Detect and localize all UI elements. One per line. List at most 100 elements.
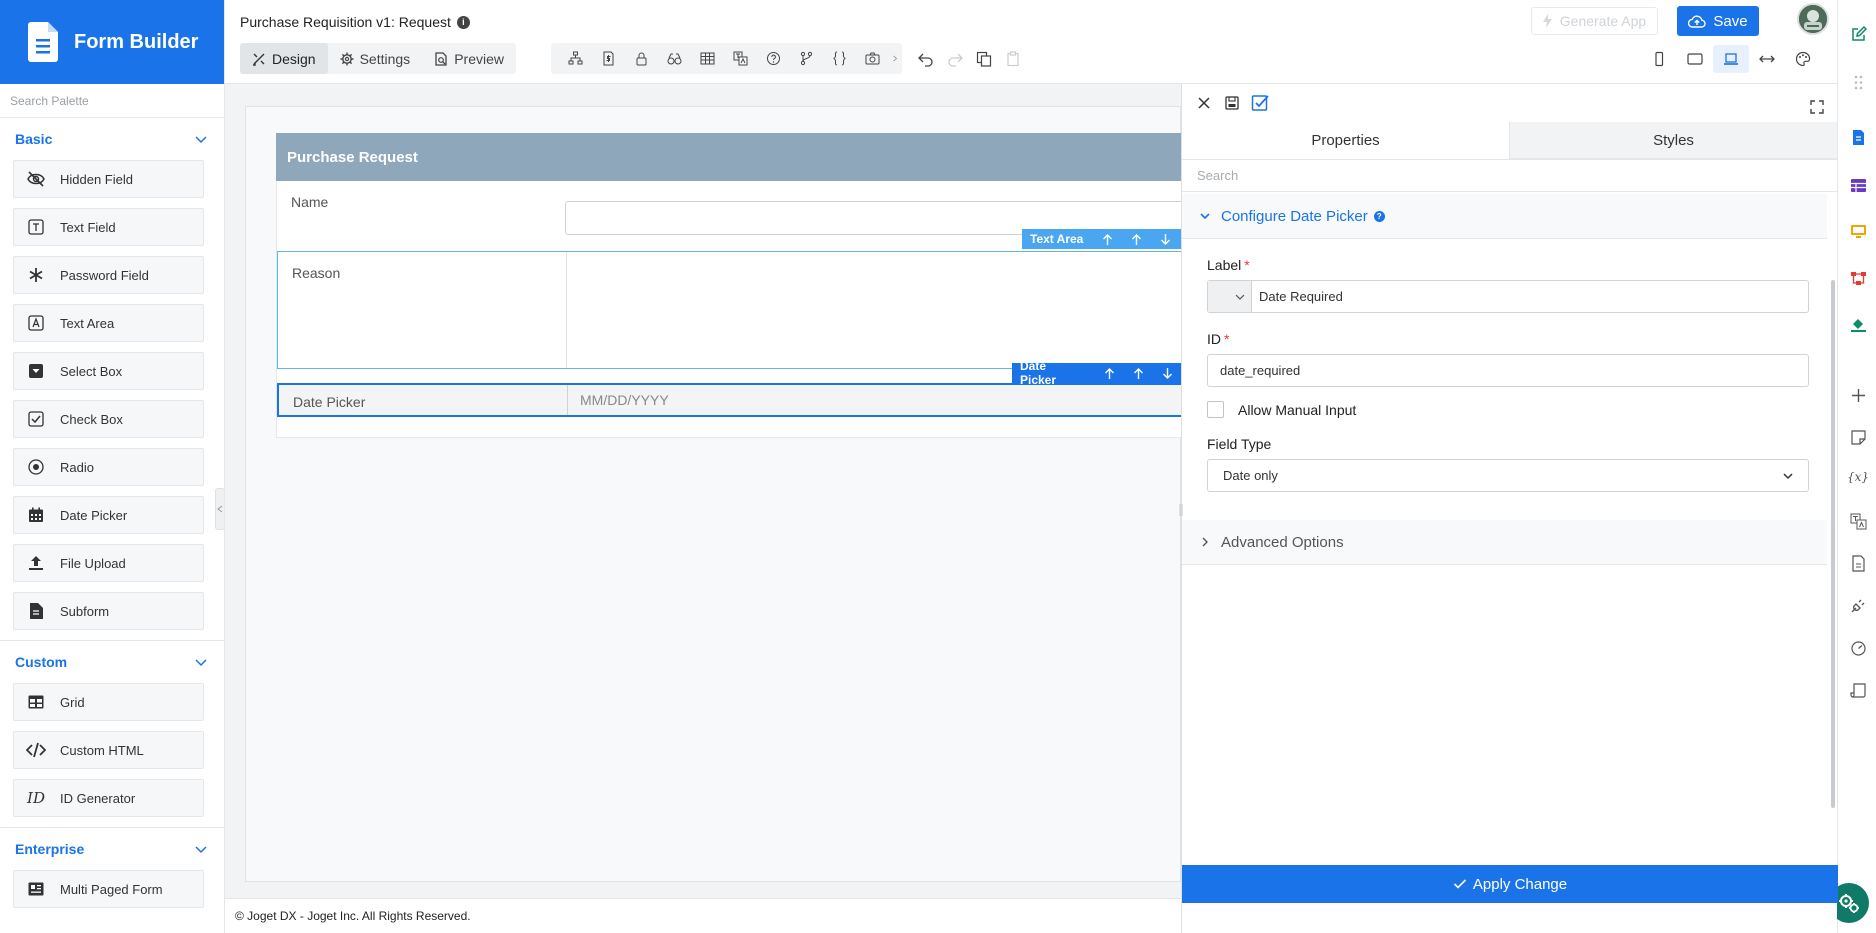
i18n-button[interactable]	[724, 43, 757, 74]
close-panel-button[interactable]	[1190, 89, 1218, 117]
version-button[interactable]	[790, 43, 823, 74]
palette-group-enterprise[interactable]: Enterprise	[0, 828, 224, 870]
generate-app-button[interactable]: Generate App	[1531, 7, 1658, 35]
mobile-view-button[interactable]	[1641, 45, 1677, 73]
table-view-button[interactable]	[691, 43, 724, 74]
rail-edit-button[interactable]	[1848, 24, 1868, 44]
rail-logs-button[interactable]	[1848, 680, 1868, 700]
avatar[interactable]	[1797, 3, 1829, 35]
field-row-reason[interactable]: Reason	[277, 251, 1235, 369]
rail-translate-button[interactable]	[1848, 511, 1868, 531]
palette-item-id-generator[interactable]: ID ID Generator	[13, 779, 204, 817]
section-advanced-options[interactable]: Advanced Options	[1182, 520, 1827, 565]
help-button[interactable]	[757, 43, 790, 74]
check-square-icon	[1251, 95, 1269, 111]
palette-item-file-upload[interactable]: File Upload	[13, 544, 204, 582]
move-to-top-button[interactable]	[1093, 229, 1122, 249]
hidden-properties-button[interactable]	[592, 43, 625, 74]
arrows-horizontal-icon	[1759, 55, 1775, 63]
rail-variables-button[interactable]: {x}	[1847, 467, 1869, 487]
id-input[interactable]: date_required	[1207, 354, 1809, 387]
find-usages-button[interactable]	[658, 43, 691, 74]
palette-item-date-picker[interactable]: Date Picker	[13, 496, 204, 534]
palette-item-check-box[interactable]: Check Box	[13, 400, 204, 438]
redo-button[interactable]	[940, 43, 969, 74]
field-type-select[interactable]: Date only	[1207, 459, 1809, 492]
cloud-upload-icon	[1688, 14, 1707, 28]
label-input[interactable]: Date Required	[1207, 280, 1809, 313]
properties-content: Configure Date Picker ? Label * Date Requ…	[1182, 194, 1837, 866]
palette-item-multi-paged-form[interactable]: Multi Paged Form	[13, 870, 204, 908]
palette-group-basic[interactable]: Basic	[0, 118, 224, 160]
move-to-top-button[interactable]	[1095, 363, 1124, 383]
rail-notes-button[interactable]	[1848, 427, 1868, 447]
save-button[interactable]: Save	[1677, 6, 1759, 36]
palette-item-select-box[interactable]: Select Box	[13, 352, 204, 390]
palette-item-hidden-field[interactable]: Hidden Field	[13, 160, 204, 198]
json-button[interactable]	[823, 43, 856, 74]
date-input[interactable]: MM/DD/YYYY	[567, 385, 1233, 415]
label-field-label: Label *	[1207, 257, 1809, 273]
palette-group-custom[interactable]: Custom	[0, 641, 224, 683]
laptop-view-button[interactable]	[1713, 45, 1749, 73]
rail-performance-button[interactable]	[1848, 638, 1868, 658]
allow-manual-input-checkbox[interactable]	[1207, 401, 1224, 418]
palette-item-subform[interactable]: Subform	[13, 592, 204, 630]
apply-change-button[interactable]: Apply Change	[1182, 865, 1838, 903]
tab-properties[interactable]: Properties	[1182, 122, 1510, 159]
expand-panel-button[interactable]	[1803, 93, 1831, 121]
rail-plugin-button[interactable]	[1848, 595, 1868, 615]
undo-button[interactable]	[911, 43, 940, 74]
field-label: Date Picker	[293, 394, 366, 410]
palette-item-radio[interactable]: Radio	[13, 448, 204, 486]
language-dropdown[interactable]	[1208, 281, 1252, 312]
rail-theme-button[interactable]	[1848, 314, 1868, 334]
label-value: Date Required	[1259, 289, 1343, 304]
tab-preview[interactable]: Preview	[422, 43, 516, 74]
full-width-button[interactable]	[1749, 45, 1785, 73]
move-up-button[interactable]	[1124, 363, 1153, 383]
theme-button[interactable]	[1785, 45, 1821, 73]
palette-search-input[interactable]	[0, 84, 224, 117]
tab-settings[interactable]: Settings	[328, 43, 423, 74]
palette-item-custom-html[interactable]: Custom HTML	[13, 731, 204, 769]
reason-textarea[interactable]	[566, 252, 1234, 368]
check-icon	[1453, 879, 1466, 889]
move-up-button[interactable]	[1122, 229, 1151, 249]
info-icon[interactable]: i	[456, 15, 470, 29]
properties-scrollbar[interactable]	[1831, 280, 1835, 808]
section-configure-date-picker[interactable]: Configure Date Picker ?	[1182, 194, 1827, 239]
properties-search-input[interactable]	[1182, 160, 1837, 191]
rail-drag-handle[interactable]	[1848, 72, 1868, 92]
more-tools-button[interactable]	[889, 43, 901, 74]
palette-item-password-field[interactable]: Password Field	[13, 256, 204, 294]
rail-userview-button[interactable]	[1848, 221, 1868, 241]
paste-button[interactable]	[998, 43, 1027, 74]
apply-properties-button[interactable]	[1246, 89, 1274, 117]
tab-styles[interactable]: Styles	[1510, 122, 1837, 159]
tab-design[interactable]: Design	[240, 43, 328, 74]
tablet-view-button[interactable]	[1677, 45, 1713, 73]
palette-item-text-area[interactable]: Text Area	[13, 304, 204, 342]
palette-item-grid[interactable]: Grid	[13, 683, 204, 721]
form-section[interactable]: Purchase Request Name Reason Date Picker…	[276, 133, 1236, 438]
help-icon[interactable]: ?	[1373, 210, 1385, 222]
field-row-date-picker[interactable]: Date Picker MM/DD/YYYY	[277, 383, 1235, 417]
tab-label: Preview	[454, 50, 504, 67]
rail-process-button[interactable]	[1848, 268, 1868, 288]
rail-add-button[interactable]	[1848, 385, 1868, 405]
rail-datalist-button[interactable]	[1848, 175, 1868, 195]
undo-icon	[917, 53, 933, 67]
rail-document-button[interactable]	[1848, 553, 1868, 573]
permission-button[interactable]	[625, 43, 658, 74]
rail-form-button[interactable]	[1848, 127, 1868, 147]
save-properties-button[interactable]	[1218, 89, 1246, 117]
brand-header: Form Builder	[0, 0, 224, 84]
screenshot-button[interactable]	[856, 43, 889, 74]
copy-button[interactable]	[969, 43, 998, 74]
move-down-button[interactable]	[1151, 229, 1180, 249]
move-down-button[interactable]	[1153, 363, 1182, 383]
panel-resize-handle[interactable]	[1178, 500, 1184, 520]
palette-item-text-field[interactable]: Text Field	[13, 208, 204, 246]
tree-view-button[interactable]	[559, 43, 592, 74]
